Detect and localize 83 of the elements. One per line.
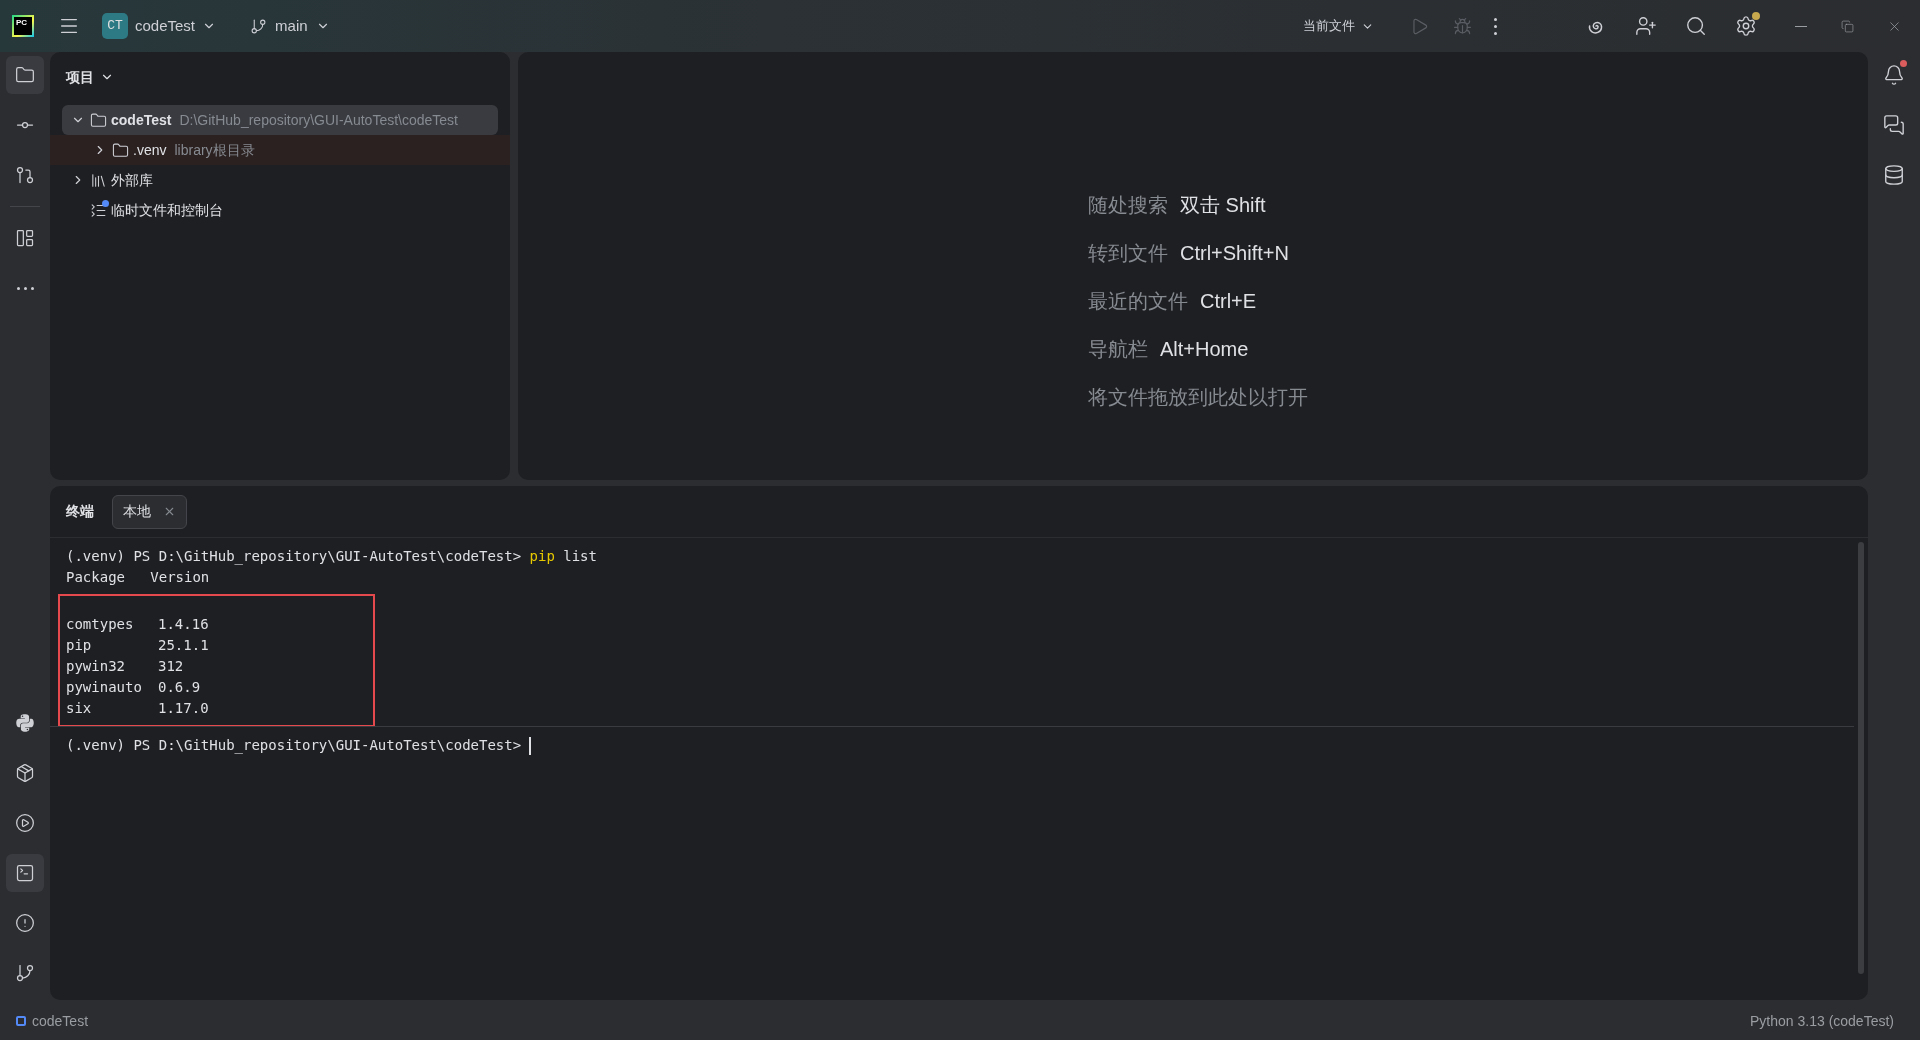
panel-title: 终端 (66, 502, 94, 521)
hint-shortcut: Ctrl+Shift+N (1180, 241, 1289, 266)
hint-label: 导航栏 (1088, 337, 1148, 362)
package-version: 1.17.0 (158, 699, 209, 718)
more-icon (1494, 17, 1497, 35)
package-version: 25.1.1 (158, 636, 209, 655)
package-version: 312 (158, 657, 184, 676)
library-icon (90, 171, 107, 189)
pull-request-icon (15, 165, 35, 185)
tool-window-button[interactable] (6, 56, 44, 94)
bug-icon (1453, 16, 1472, 36)
interpreter-status[interactable]: Python 3.13 (codeTest) (1750, 1010, 1894, 1032)
package-name: comtypes (66, 615, 135, 634)
tree-item-label: .venv (133, 140, 167, 160)
package-version: 0.6.9 (158, 678, 201, 697)
user-plus-icon (1635, 15, 1657, 37)
tree-item-label: 外部库 (111, 170, 153, 190)
package-name: six (66, 699, 93, 718)
status-project[interactable]: codeTest (32, 1010, 89, 1032)
terminal-prompt: (.venv) PS D:\GitHub_repository\GUI-AutoTest\codeTest> (66, 547, 522, 567)
table-header: Package Version (66, 568, 210, 587)
module-icon (16, 1016, 26, 1026)
package-version: 1.4.16 (158, 615, 209, 634)
hint-shortcut: Alt+Home (1160, 337, 1249, 362)
terminal-icon (15, 863, 35, 883)
bell-icon (1883, 64, 1905, 86)
tree-item-note: library根目录 (174, 140, 255, 160)
more-button[interactable] (1494, 17, 1497, 35)
hint-shortcut: 双击 Shift (1180, 193, 1266, 218)
package-name: pip (66, 636, 93, 655)
more-icon (16, 286, 34, 290)
hint-label: 将文件拖放到此处以打开 (1088, 385, 1308, 410)
text-cursor (529, 736, 532, 755)
python-icon (15, 713, 35, 733)
restore-icon (1841, 19, 1854, 33)
scratch-icon (90, 201, 107, 219)
panel-title[interactable]: 项目 (50, 52, 510, 102)
structure-icon (15, 228, 35, 248)
branch-icon (15, 963, 35, 983)
run-configuration[interactable]: 当前文件 (1303, 16, 1374, 36)
tree-item[interactable]: codeTest D:\GitHub_repository\GUI-AutoTest\codeTest (62, 105, 498, 135)
hint-label: 最近的文件 (1088, 289, 1188, 314)
add-user-button[interactable] (1635, 15, 1657, 37)
tab-label: 本地 (123, 502, 151, 521)
tree-item[interactable]: 外部库 (50, 165, 510, 195)
hint-shortcut: Ctrl+E (1200, 289, 1257, 314)
play-icon (15, 813, 35, 833)
play-icon (1410, 16, 1429, 36)
package-name: pywinauto (66, 678, 143, 697)
settings-icon (1735, 15, 1757, 37)
settings-button[interactable] (1735, 15, 1757, 37)
project-badge: CT (102, 13, 128, 39)
minimize-button[interactable] (1795, 25, 1807, 27)
folder-icon (112, 141, 129, 159)
project-switcher[interactable]: CT codeTest (102, 13, 217, 39)
tree-item[interactable]: 临时文件和控制台 (50, 195, 510, 225)
chat-icon (1883, 114, 1905, 136)
package-name: pywin32 (66, 657, 126, 676)
scrollbar[interactable] (1858, 542, 1864, 974)
search-icon (1685, 15, 1707, 37)
folder-icon (90, 111, 107, 129)
terminal-tab[interactable]: 本地 (112, 494, 187, 529)
tree-item[interactable]: .venv library根目录 (50, 135, 510, 165)
command-args: list (563, 547, 597, 566)
tree-item-label: 临时文件和控制台 (111, 200, 223, 220)
tree-item-label: codeTest (111, 110, 172, 130)
restore-button[interactable] (1841, 19, 1854, 33)
terminal-prompt: (.venv) PS D:\GitHub_repository\GUI-AutoTest\codeTest> (66, 736, 522, 756)
tool-window-button[interactable] (6, 854, 44, 892)
search-button[interactable] (1685, 15, 1707, 37)
alert-icon (15, 913, 35, 933)
folder-icon (15, 65, 35, 85)
hint-label: 转到文件 (1088, 241, 1168, 266)
close-icon[interactable] (163, 505, 176, 518)
minimize-icon (1795, 25, 1807, 27)
tree-item-note: D:\GitHub_repository\GUI-AutoTest\codeTest (179, 110, 458, 130)
branch-icon (250, 17, 268, 35)
database-icon (1883, 164, 1905, 186)
command-name: pip (529, 547, 555, 566)
branch-switcher[interactable]: main (250, 14, 330, 38)
hint-label: 随处搜索 (1088, 193, 1168, 218)
package-icon (15, 763, 35, 783)
app-logo: PC (12, 15, 34, 37)
